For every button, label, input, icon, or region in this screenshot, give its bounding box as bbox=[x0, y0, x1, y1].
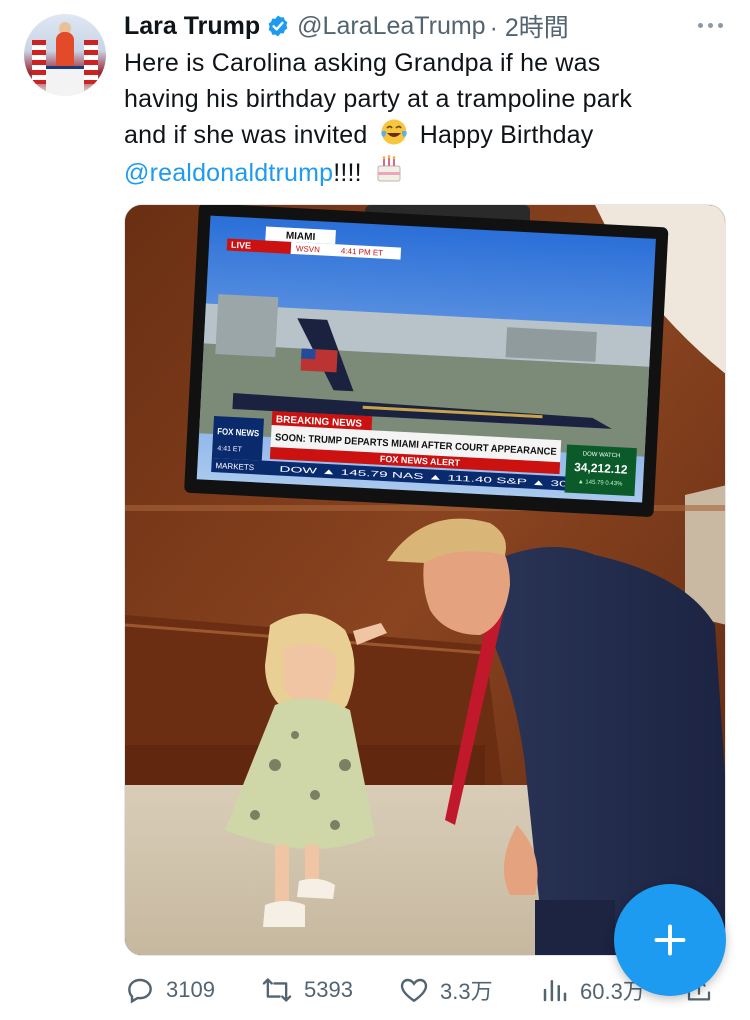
tweet-text-line: having his birthday party at a trampolin… bbox=[124, 85, 633, 113]
birthday-cake-icon bbox=[377, 155, 401, 182]
compose-tweet-button[interactable] bbox=[614, 884, 726, 996]
reply-button[interactable]: 3109 bbox=[124, 970, 215, 1010]
like-button[interactable]: 3.3万 bbox=[398, 970, 493, 1010]
tweet-body: Here is Carolina asking Grandpa if he wa… bbox=[124, 45, 724, 191]
retweet-count: 5393 bbox=[304, 977, 353, 1002]
author-display-name[interactable]: Lara Trump bbox=[124, 12, 260, 41]
tweet-text-line: and if she was invited Happy Birthday bbox=[124, 117, 724, 153]
mention-link[interactable]: @realdonaldtrump bbox=[124, 159, 333, 187]
tv-live-text: LIVE bbox=[231, 240, 252, 251]
avatar-person-body bbox=[56, 32, 74, 68]
tweet-text-fragment: and if she was invited bbox=[124, 121, 368, 149]
reply-icon bbox=[128, 978, 152, 1004]
more-options-icon[interactable] bbox=[690, 12, 730, 38]
face-with-tears-of-joy-icon bbox=[380, 119, 407, 145]
tweet-timestamp[interactable]: · 2時間 bbox=[490, 8, 569, 44]
tweet-photo[interactable]: MIAMI LIVE WSVN 4:41 PM ET BREAKING NEWS… bbox=[124, 204, 726, 956]
tweet-text-fragment: Happy Birthday bbox=[419, 121, 594, 149]
tv-network-time-text: 4:41 ET bbox=[217, 445, 243, 453]
tweet-text-fragment: !!!! bbox=[333, 159, 362, 187]
flag-decoration bbox=[84, 40, 98, 84]
tweet-header: Lara Trump @LaraLeaTrump · 2時間 bbox=[124, 8, 569, 44]
tv-location-text: MIAMI bbox=[286, 231, 316, 244]
verified-badge-icon bbox=[268, 15, 288, 37]
flag-decoration bbox=[32, 40, 46, 84]
avatar-podium bbox=[46, 66, 84, 96]
reply-count: 3109 bbox=[166, 977, 215, 1002]
photo-illustration: MIAMI LIVE WSVN 4:41 PM ET BREAKING NEWS… bbox=[125, 205, 725, 955]
retweet-icon bbox=[262, 978, 292, 1002]
tv-station-text: WSVN bbox=[296, 244, 321, 254]
plus-icon bbox=[654, 924, 686, 956]
author-handle[interactable]: @LaraLeaTrump bbox=[297, 12, 485, 41]
tweet-text-line: @realdonaldtrump!!!! bbox=[124, 153, 724, 191]
tweet-text-line: Here is Carolina asking Grandpa if he wa… bbox=[124, 49, 601, 77]
retweet-button[interactable]: 5393 bbox=[260, 970, 353, 1010]
like-count: 3.3万 bbox=[440, 979, 493, 1004]
tv-dow-value-text: 34,212.12 bbox=[574, 460, 628, 477]
heart-icon bbox=[400, 978, 428, 1003]
views-chart-icon bbox=[543, 980, 567, 1002]
author-avatar[interactable] bbox=[24, 14, 106, 96]
